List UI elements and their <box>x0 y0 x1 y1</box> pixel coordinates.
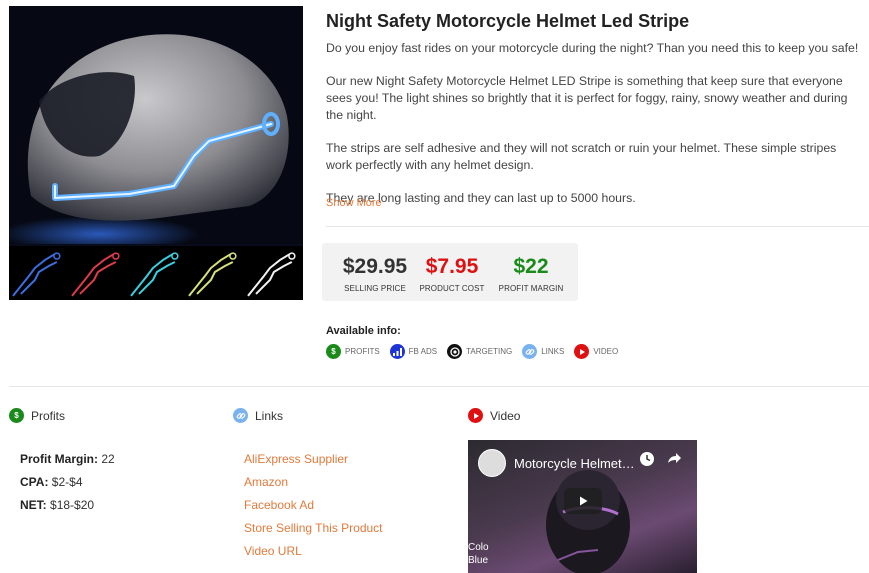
selling-price-label: SELLING PRICE <box>344 284 406 293</box>
selling-price-value: $29.95 <box>342 255 408 278</box>
dollar-icon: $ <box>326 344 341 359</box>
link-video-url[interactable]: Video URL <box>244 543 383 566</box>
caption-line: Blue <box>468 555 489 566</box>
selling-price: $29.95 SELLING PRICE <box>335 255 415 293</box>
clock-icon[interactable] <box>639 451 655 467</box>
product-image[interactable] <box>9 6 303 300</box>
profits-section-title: Profits <box>31 408 66 423</box>
links-section-header: Links <box>233 408 283 423</box>
description-paragraph: The strips are self adhesive and they wi… <box>326 141 837 172</box>
available-fb-ads[interactable]: FB ADS <box>389 344 438 359</box>
product-description: Do you enjoy fast rides on your motorcyc… <box>326 40 864 223</box>
play-icon <box>574 344 590 359</box>
available-targeting[interactable]: TARGETING <box>447 344 512 359</box>
profit-margin-line: Profit Margin: 22 <box>20 451 115 474</box>
thumbnail-yellow[interactable] <box>185 246 244 300</box>
links-section-title: Links <box>255 408 284 423</box>
link-facebook-ad[interactable]: Facebook Ad <box>244 497 383 520</box>
video-title[interactable]: Motorcycle Helmet LED Stripe <box>514 456 636 471</box>
thumbnail-cyan[interactable] <box>127 246 186 300</box>
video-player[interactable]: Motorcycle Helmet LED Stripe Colo Blue <box>468 440 697 573</box>
play-icon <box>580 496 588 506</box>
video-section-title: Video <box>490 408 521 423</box>
link-store-selling[interactable]: Store Selling This Product <box>244 520 383 543</box>
description-paragraph: Our new Night Safety Motorcycle Helmet L… <box>326 74 848 122</box>
play-button[interactable] <box>564 488 602 514</box>
description-paragraph: Do you enjoy fast rides on your motorcyc… <box>326 41 859 55</box>
available-label: VIDEO <box>593 347 619 356</box>
helmet-photo <box>9 6 303 244</box>
link-icon <box>233 408 248 423</box>
links-list: AliExpress Supplier Amazon Facebook Ad S… <box>244 451 383 566</box>
link-amazon[interactable]: Amazon <box>244 474 383 497</box>
product-cost: $7.95 PRODUCT COST <box>419 255 485 293</box>
available-label: FB ADS <box>408 347 438 356</box>
show-more-link[interactable]: Show More <box>326 197 382 209</box>
available-video[interactable]: VIDEO <box>574 344 618 359</box>
product-title: Night Safety Motorcycle Helmet Led Strip… <box>326 11 690 31</box>
profit-margin: $22 PROFIT MARGIN <box>498 255 564 293</box>
play-icon <box>468 408 483 423</box>
thumbnail-white[interactable] <box>244 246 303 300</box>
available-info-list: $ PROFITS FB ADS TARGETING LINKS VIDEO <box>326 344 628 359</box>
dollar-icon: $ <box>9 408 24 423</box>
net-line: NET: $18-$20 <box>20 497 115 520</box>
caption-line: Colo <box>468 542 489 553</box>
description-paragraph: They are long lasting and they can last … <box>326 191 636 205</box>
target-icon <box>447 344 463 359</box>
thumbnail-red[interactable] <box>68 246 127 300</box>
link-aliexpress-supplier[interactable]: AliExpress Supplier <box>244 451 383 474</box>
price-summary: $29.95 SELLING PRICE $7.95 PRODUCT COST … <box>322 243 578 301</box>
line-key: Profit Margin: <box>20 452 98 466</box>
line-key: CPA: <box>20 475 49 489</box>
thumbnail-blue[interactable] <box>9 246 68 300</box>
product-cost-value: $7.95 <box>425 255 479 278</box>
divider <box>326 226 869 227</box>
line-value: $2-$4 <box>51 475 83 489</box>
available-info-title: Available info: <box>326 325 401 337</box>
profit-margin-value: $22 <box>513 255 549 278</box>
divider <box>9 386 869 387</box>
available-label: TARGETING <box>466 347 513 356</box>
profits-section-header: $ Profits <box>9 408 65 423</box>
profits-details: Profit Margin: 22 CPA: $2-$4 NET: $18-$2… <box>20 451 115 520</box>
line-key: NET: <box>20 498 47 512</box>
profit-margin-label: PROFIT MARGIN <box>498 284 564 293</box>
available-profits[interactable]: $ PROFITS <box>326 344 380 359</box>
bar-chart-icon <box>389 344 405 359</box>
share-icon[interactable] <box>666 450 682 466</box>
product-cost-label: PRODUCT COST <box>419 284 485 293</box>
video-caption: Colo Blue <box>468 541 489 567</box>
video-section-header: Video <box>468 408 520 423</box>
line-value: 22 <box>101 452 115 466</box>
line-value: $18-$20 <box>50 498 95 512</box>
link-icon <box>522 344 538 359</box>
available-label: PROFITS <box>345 347 380 356</box>
channel-avatar[interactable] <box>478 449 506 477</box>
available-label: LINKS <box>541 347 565 356</box>
cpa-line: CPA: $2-$4 <box>20 474 115 497</box>
available-links[interactable]: LINKS <box>522 344 564 359</box>
thumbnail-strip <box>9 246 303 300</box>
